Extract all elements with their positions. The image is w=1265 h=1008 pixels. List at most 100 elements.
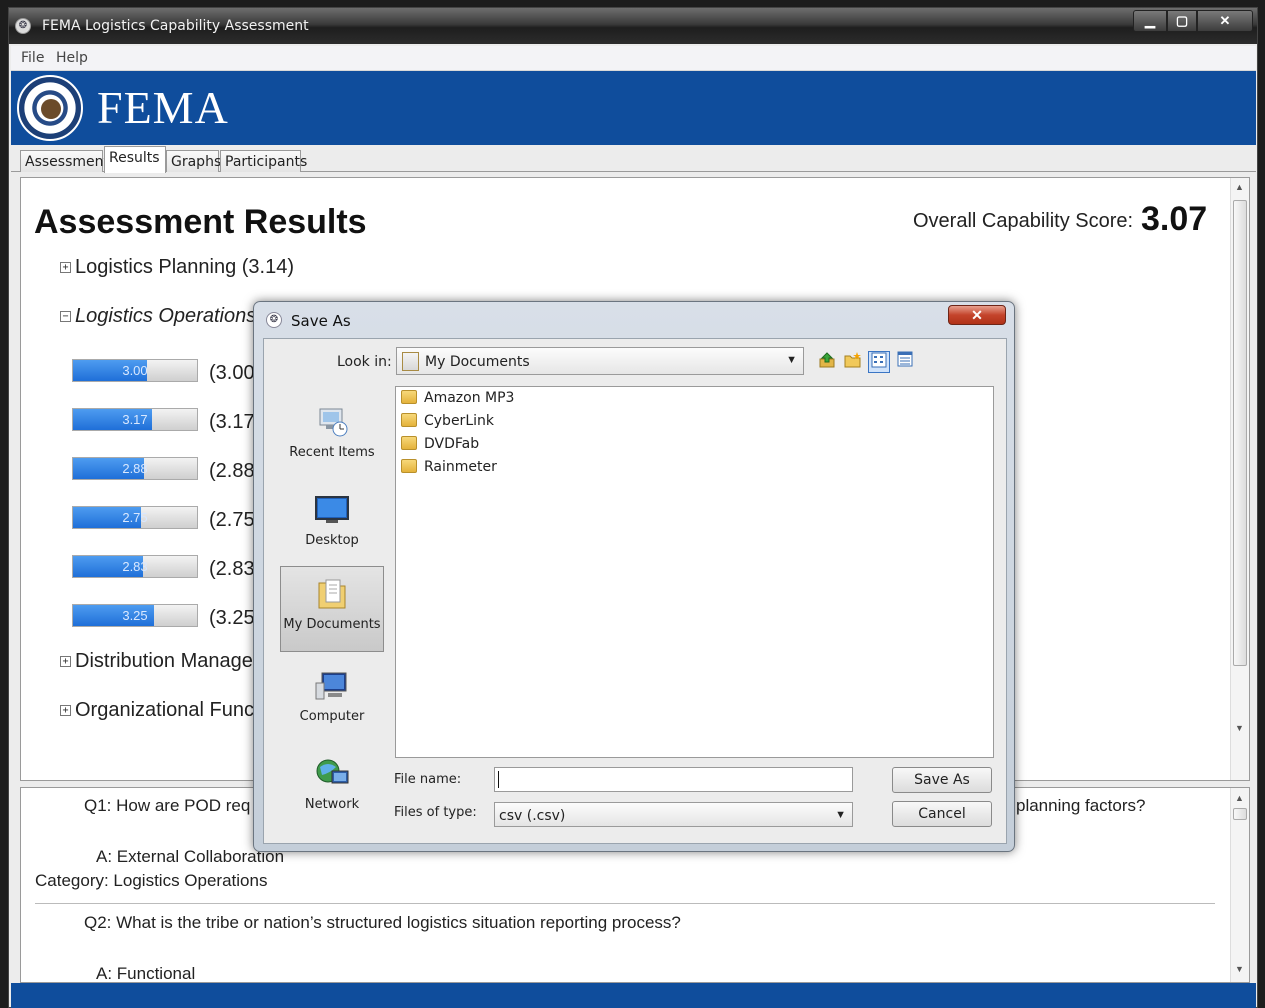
scroll-thumb[interactable] xyxy=(1233,808,1247,820)
file-type-label: Files of type: xyxy=(394,805,477,820)
list-item[interactable]: DVDFab xyxy=(401,436,479,456)
tab-participants[interactable]: Participants xyxy=(220,150,307,172)
dialog-title: Save As xyxy=(291,312,351,330)
details-view-icon[interactable] xyxy=(894,351,916,373)
score-bar-text: 2.83 xyxy=(122,559,148,574)
folder-icon xyxy=(401,390,417,404)
place-label: Network xyxy=(304,797,360,812)
up-folder-icon[interactable] xyxy=(816,351,838,373)
dhs-seal-icon xyxy=(17,75,83,141)
collapse-icon[interactable]: − xyxy=(60,311,71,322)
place-computer[interactable]: Computer xyxy=(280,659,384,745)
my-documents-icon xyxy=(318,579,346,609)
dialog-close-button[interactable]: ✕ xyxy=(948,305,1006,325)
look-in-dropdown[interactable]: My Documents ▼ xyxy=(396,347,804,375)
file-name: Amazon MP3 xyxy=(424,390,515,406)
chevron-down-icon[interactable]: ▼ xyxy=(835,809,846,821)
answer-2: A: Functional xyxy=(96,964,196,983)
window-title: FEMA Logistics Capability Assessment xyxy=(42,18,309,34)
score-bar-text: 2.88 xyxy=(122,461,148,476)
app-icon: ❂ xyxy=(15,18,31,34)
question-scrollbar[interactable]: ▲ ▼ xyxy=(1230,788,1249,982)
tab-graphs[interactable]: Graphs xyxy=(166,150,221,172)
score-bar: 2.88 xyxy=(72,457,198,480)
expand-icon[interactable]: + xyxy=(60,262,71,273)
scroll-thumb[interactable] xyxy=(1233,200,1247,666)
menu-bar: File Help xyxy=(11,46,1256,71)
question-1-continued: planning factors? xyxy=(1016,796,1146,815)
computer-icon xyxy=(315,672,347,700)
fema-banner: FEMA xyxy=(11,71,1256,145)
score-bar: 2.83 xyxy=(72,555,198,578)
section-label: Distribution Manage xyxy=(75,650,253,672)
scroll-down-icon[interactable]: ▼ xyxy=(1235,723,1244,733)
save-as-button[interactable]: Save As xyxy=(892,767,992,793)
file-type-value: csv (.csv) xyxy=(499,808,566,824)
expand-icon[interactable]: + xyxy=(60,705,71,716)
file-name-label: File name: xyxy=(394,772,462,787)
list-item[interactable]: Amazon MP3 xyxy=(401,390,514,410)
score-label: (2.75 xyxy=(209,509,255,531)
section-distribution-management[interactable]: + Distribution Manage xyxy=(60,650,253,673)
place-recent-items[interactable]: Recent Items xyxy=(280,395,384,481)
place-desktop[interactable]: Desktop xyxy=(280,483,384,569)
text-caret xyxy=(498,771,499,788)
question-2: Q2: What is the tribe or nation’s struct… xyxy=(84,913,681,932)
divider xyxy=(35,903,1215,904)
fema-logo-text: FEMA xyxy=(97,82,229,133)
network-icon xyxy=(316,759,349,784)
score-bar-text: 2.75 xyxy=(122,510,148,525)
list-item[interactable]: CyberLink xyxy=(401,413,494,433)
chevron-down-icon[interactable]: ▼ xyxy=(786,354,797,366)
section-label: Logistics Operations xyxy=(75,305,257,327)
overall-score-label: Overall Capability Score: xyxy=(913,210,1134,232)
status-bar xyxy=(11,983,1256,1008)
section-label: Logistics Planning (3.14) xyxy=(75,256,295,278)
results-scrollbar[interactable]: ▲ ▼ xyxy=(1230,178,1249,780)
place-network[interactable]: Network xyxy=(280,747,384,833)
score-bar-text: 3.00 xyxy=(122,363,148,378)
scroll-up-icon[interactable]: ▲ xyxy=(1235,793,1244,803)
score-label: (3.00 xyxy=(209,362,255,384)
dialog-body: Look in: My Documents ▼ Recent Items Des… xyxy=(263,338,1007,844)
places-bar: Recent Items Desktop My Documents Comput… xyxy=(280,385,384,812)
file-list[interactable]: Amazon MP3 CyberLink DVDFab Rainmeter xyxy=(395,386,994,758)
folder-icon xyxy=(401,436,417,450)
close-button[interactable]: ✕ xyxy=(1197,10,1253,32)
score-bar: 3.25 xyxy=(72,604,198,627)
file-name-field[interactable] xyxy=(494,767,853,792)
score-label: (2.83 xyxy=(209,558,255,580)
file-type-dropdown[interactable]: csv (.csv) ▼ xyxy=(494,802,853,827)
section-logistics-planning[interactable]: + Logistics Planning (3.14) xyxy=(60,256,294,279)
maximize-button[interactable]: ▢ xyxy=(1167,10,1197,32)
expand-icon[interactable]: + xyxy=(60,656,71,667)
dialog-app-icon: ❂ xyxy=(266,312,282,328)
cancel-button[interactable]: Cancel xyxy=(892,801,992,827)
section-label: Organizational Funct xyxy=(75,699,260,721)
menu-file[interactable]: File xyxy=(21,50,44,66)
section-organizational-function[interactable]: + Organizational Funct xyxy=(60,699,260,722)
score-label: (2.88 xyxy=(209,460,255,482)
list-view-icon[interactable] xyxy=(868,351,890,373)
tab-strip: Assessment Results Graphs Participants xyxy=(11,145,1256,173)
menu-help[interactable]: Help xyxy=(56,50,88,66)
look-in-value: My Documents xyxy=(425,354,530,370)
documents-folder-icon xyxy=(402,352,419,371)
folder-icon xyxy=(401,413,417,427)
score-bar: 3.00 xyxy=(72,359,198,382)
section-logistics-operations[interactable]: − Logistics Operations xyxy=(60,305,256,328)
title-bar[interactable]: ❂ FEMA Logistics Capability Assessment ▁… xyxy=(9,8,1257,44)
save-as-dialog: ❂ Save As ✕ Look in: My Documents ▼ Rece… xyxy=(253,301,1015,852)
tab-results[interactable]: Results xyxy=(104,146,166,173)
question-1: Q1: How are POD req xyxy=(84,796,251,815)
place-label: My Documents xyxy=(283,617,381,632)
tab-assessment[interactable]: Assessment xyxy=(20,150,109,172)
file-name: DVDFab xyxy=(424,436,480,452)
scroll-down-icon[interactable]: ▼ xyxy=(1235,964,1244,974)
file-name: CyberLink xyxy=(424,413,494,429)
scroll-up-icon[interactable]: ▲ xyxy=(1235,182,1244,192)
place-my-documents[interactable]: My Documents xyxy=(280,566,384,652)
new-folder-icon[interactable] xyxy=(842,351,864,373)
list-item[interactable]: Rainmeter xyxy=(401,459,497,479)
minimize-button[interactable]: ▁ xyxy=(1133,10,1167,32)
